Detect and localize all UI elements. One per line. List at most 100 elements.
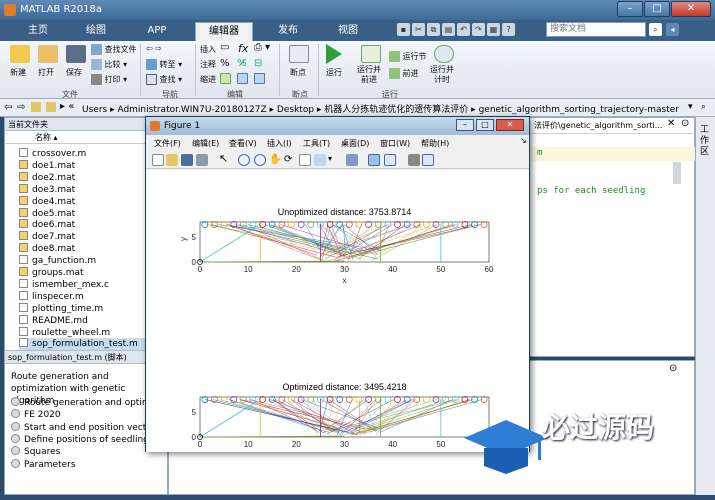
breakpoints-button[interactable]: 断点	[290, 67, 306, 78]
menu-window[interactable]: 窗口(W)	[380, 138, 410, 149]
figure-close-button[interactable]: ✕	[496, 119, 524, 131]
run-and-advance-button[interactable]: 运行并 前进	[357, 65, 381, 85]
section-outline-item[interactable]: Start and end position vectors	[11, 421, 160, 434]
help-quick-icon[interactable]: ?	[502, 23, 515, 36]
close-button[interactable]: ✕	[671, 1, 711, 17]
editor-options-icon[interactable]: ⊙	[681, 118, 689, 129]
breadcrumb-item[interactable]: 机器人分拣轨迹优化的遗传算法评价	[324, 105, 468, 115]
save-figure-icon[interactable]	[181, 154, 193, 166]
colorbar-icon[interactable]	[368, 154, 380, 166]
breadcrumb-item[interactable]: Administrator.WIN7U-20180127Z	[117, 105, 266, 115]
open-file-icon[interactable]	[166, 154, 178, 166]
breadcrumb-item[interactable]: Users	[82, 105, 107, 115]
find-files-button[interactable]: 查找文件	[91, 44, 137, 55]
section-outline-item[interactable]: FE 2020	[11, 409, 61, 421]
run-and-time-icon[interactable]	[434, 45, 454, 63]
tab-apps[interactable]: APP	[137, 22, 177, 41]
find-button[interactable]: 查找 ▾	[146, 74, 182, 85]
decrease-indent-icon[interactable]	[254, 73, 265, 84]
goto-button[interactable]: 转至 ▾	[146, 59, 182, 70]
insert-icon[interactable]: ▭	[220, 42, 229, 53]
save-quick-icon[interactable]: ▪	[397, 23, 410, 36]
menu-help[interactable]: 帮助(H)	[421, 138, 449, 149]
section-outline-item[interactable]: Route generation and optimiz	[11, 397, 158, 409]
pan-icon[interactable]: ✋	[269, 154, 281, 166]
menu-file[interactable]: 文件(F)	[154, 138, 181, 149]
zoom-out-icon[interactable]	[254, 154, 266, 166]
up-folder-icon[interactable]	[31, 102, 41, 112]
legend-icon[interactable]	[384, 154, 396, 166]
switch-window-icon[interactable]: ▦	[487, 23, 500, 36]
back-forward-icon[interactable]: ⇦ ⇨	[146, 44, 162, 53]
figure-minimize-button[interactable]: –	[456, 119, 474, 131]
open-folder-icon[interactable]	[38, 45, 58, 63]
name-column-header[interactable]: 名称 ▴	[5, 131, 167, 144]
address-search-icon[interactable]: ⌕	[701, 102, 706, 112]
insert-button[interactable]: 插入	[200, 44, 216, 55]
dock-figure-icon[interactable]: ↘	[520, 136, 527, 145]
new-file-icon[interactable]	[10, 45, 30, 63]
figure-maximize-button[interactable]: □	[476, 119, 494, 131]
brush-icon[interactable]	[314, 154, 326, 166]
paste-quick-icon[interactable]: ▤	[442, 23, 455, 36]
comment-button[interactable]: 注释	[200, 59, 216, 70]
command-window-options-icon[interactable]: ⊙	[669, 363, 677, 374]
section-outline-item[interactable]: Define positions of seedlings	[11, 433, 154, 446]
run-section-button[interactable]: 运行节	[389, 51, 427, 62]
save-icon[interactable]	[66, 45, 86, 63]
path-expand-icon[interactable]: ▸ «	[60, 101, 74, 112]
link-plot-icon[interactable]	[346, 154, 358, 166]
search-documentation-input[interactable]: 搜索文档	[546, 22, 646, 37]
uncomment-icon[interactable]: %̸	[237, 58, 247, 69]
tab-publish[interactable]: 发布	[266, 22, 310, 41]
tab-editor[interactable]: 编辑器	[195, 22, 253, 41]
redo-quick-icon[interactable]: ↷	[472, 23, 485, 36]
tab-view[interactable]: 视图	[328, 22, 368, 41]
minimize-button[interactable]: –	[617, 1, 643, 17]
figure-window[interactable]: Figure 1 – □ ✕ 文件(F) 编辑(E) 查看(V) 插入(I) 工…	[145, 116, 530, 460]
indent-button[interactable]: 缩进	[200, 74, 216, 85]
run-icon[interactable]	[326, 44, 342, 64]
print-figure-icon[interactable]	[196, 154, 208, 166]
menu-desktop[interactable]: 桌面(D)	[341, 138, 369, 149]
hide-plot-tools-icon[interactable]	[408, 154, 420, 166]
save-button[interactable]: 保存	[66, 67, 82, 78]
zoom-in-icon[interactable]	[238, 154, 250, 166]
editor-scrollbar-thumb[interactable]	[673, 162, 681, 184]
menu-view[interactable]: 查看(V)	[229, 138, 257, 149]
insert-section-icon[interactable]: ⎙ ▾	[254, 42, 270, 53]
address-dropdown-icon[interactable]: ▾	[688, 102, 693, 112]
section-outline-item[interactable]: Squares	[11, 446, 60, 458]
menu-edit[interactable]: 编辑(E)	[192, 138, 219, 149]
breakpoints-icon[interactable]	[289, 45, 309, 63]
run-and-time-button[interactable]: 运行并 计时	[430, 65, 454, 85]
search-icon[interactable]: ⌕	[649, 23, 662, 36]
brush-dropdown-icon[interactable]: ▾	[328, 154, 336, 166]
wrap-comment-icon[interactable]: ⊟	[254, 58, 262, 69]
menu-insert[interactable]: 插入(I)	[267, 138, 292, 149]
workspace-label[interactable]: 工作区	[700, 125, 711, 158]
run-and-advance-icon[interactable]	[361, 45, 381, 63]
open-button[interactable]: 打开	[38, 67, 54, 78]
editor-tab-path[interactable]: 法评价\genetic_algorithm_sorti...	[534, 120, 662, 131]
copy-quick-icon[interactable]: ⧉	[427, 23, 440, 36]
notification-icon[interactable]: ◂	[666, 23, 679, 36]
rotate-icon[interactable]: ⟳	[284, 154, 296, 166]
new-button[interactable]: 新建	[10, 67, 26, 78]
menu-tools[interactable]: 工具(T)	[303, 138, 330, 149]
run-button[interactable]: 运行	[326, 67, 342, 78]
compare-button[interactable]: 比较 ▾	[91, 59, 127, 70]
undo-quick-icon[interactable]: ↶	[457, 23, 470, 36]
comment-icon[interactable]: %	[220, 58, 230, 69]
tab-plots[interactable]: 绘图	[76, 22, 116, 41]
maximize-button[interactable]: □	[644, 1, 670, 17]
smart-indent-icon[interactable]	[220, 73, 231, 84]
cut-quick-icon[interactable]: ✂	[412, 23, 425, 36]
editor-close-icon[interactable]: ✕	[667, 118, 675, 129]
forward-icon[interactable]: ⇨	[17, 102, 25, 113]
tab-home[interactable]: 主页	[18, 22, 58, 41]
browse-folder-icon[interactable]	[46, 102, 56, 112]
print-button[interactable]: 打印 ▾	[91, 74, 127, 85]
breadcrumb-item[interactable]: genetic_algorithm_sorting_trajectory-mas…	[479, 105, 679, 115]
show-plot-tools-icon[interactable]	[422, 154, 434, 166]
